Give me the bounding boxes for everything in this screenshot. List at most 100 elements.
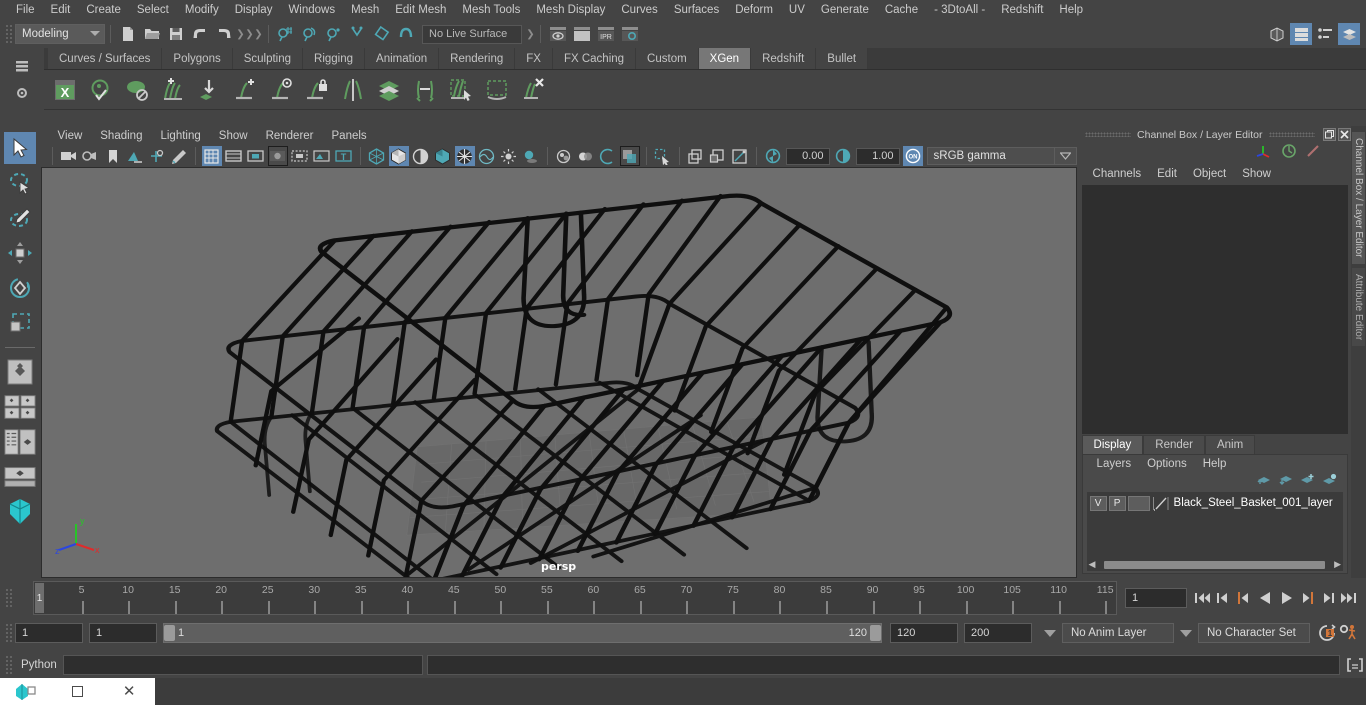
exposure-icon[interactable] <box>763 146 783 166</box>
channel-menu-channels[interactable]: Channels <box>1085 168 1150 180</box>
shelf-tab-fx-caching[interactable]: FX Caching <box>552 48 637 69</box>
command-line-grip[interactable] <box>4 654 12 676</box>
shelf-tab-polygons[interactable]: Polygons <box>162 48 233 69</box>
open-scene-icon[interactable] <box>141 23 163 45</box>
ipr-render-icon[interactable]: IPR <box>595 23 617 45</box>
xgen-region-select-icon[interactable] <box>480 73 513 106</box>
menu-surfaces[interactable]: Surfaces <box>666 0 727 20</box>
xgen-add-description-icon[interactable] <box>156 73 189 106</box>
xgen-select-guide-icon[interactable] <box>444 73 477 106</box>
layer-tab-render[interactable]: Render <box>1143 435 1205 454</box>
menu-help[interactable]: Help <box>1051 0 1091 20</box>
modeling-toolkit-icon[interactable] <box>1266 23 1288 45</box>
layer-visibility-toggle[interactable]: V <box>1089 495 1107 511</box>
menu-cache[interactable]: Cache <box>877 0 926 20</box>
shelf-tab-fx[interactable]: FX <box>515 48 553 69</box>
menu-redshift[interactable]: Redshift <box>993 0 1051 20</box>
snap-to-projected-center-icon[interactable] <box>347 23 369 45</box>
layer-row[interactable]: V P Black_Steel_Basket_001_layer <box>1087 494 1343 512</box>
snap-to-grid-icon[interactable] <box>275 23 297 45</box>
xgen-view-guide-icon[interactable] <box>264 73 297 106</box>
exposure-value-field[interactable]: 0.00 <box>785 147 830 165</box>
animation-preferences-icon[interactable] <box>1338 623 1360 643</box>
shelf-tab-xgen[interactable]: XGen <box>698 48 752 69</box>
go-to-start-icon[interactable] <box>1193 588 1211 608</box>
close-icon[interactable]: ✕ <box>103 684 155 699</box>
make-live-icon[interactable] <box>395 23 417 45</box>
texture-icon[interactable] <box>477 146 497 166</box>
scroll-left-arrow-icon[interactable]: ◀ <box>1089 559 1096 570</box>
viewport-menu-view[interactable]: View <box>49 130 92 142</box>
quick-layout-outliner-icon[interactable] <box>4 426 36 458</box>
image-plane-icon[interactable] <box>125 146 145 166</box>
step-forward-frame-icon[interactable] <box>1298 588 1316 608</box>
save-scene-icon[interactable] <box>165 23 187 45</box>
anim-layer-field[interactable]: No Anim Layer <box>1062 623 1174 643</box>
collapse-arrow-icon[interactable]: ❯ <box>236 24 245 44</box>
layer-menu-options[interactable]: Options <box>1139 458 1195 470</box>
xgen-add-guide-icon[interactable] <box>228 73 261 106</box>
status-line-grip[interactable] <box>4 23 12 45</box>
shelf-tab-menu-icon[interactable] <box>11 55 33 77</box>
shading-icon[interactable] <box>1305 143 1321 164</box>
collapse-arrow-icon[interactable]: ❯ <box>254 24 263 44</box>
menu-modify[interactable]: Modify <box>177 0 227 20</box>
xgen-preview-icon[interactable] <box>84 73 117 106</box>
xgen-mirror-guide-icon[interactable] <box>336 73 369 106</box>
menu-file[interactable]: File <box>8 0 43 20</box>
viewport-menu-panels[interactable]: Panels <box>323 130 376 142</box>
quick-layout-persp-icon[interactable] <box>4 461 36 493</box>
safe-title-icon[interactable]: T <box>334 146 354 166</box>
menu-mesh-display[interactable]: Mesh Display <box>528 0 613 20</box>
range-start-handle[interactable] <box>164 625 175 641</box>
use-default-light-icon[interactable] <box>499 146 519 166</box>
layer-list-scrollbar[interactable]: ◀ ▶ <box>1089 559 1341 570</box>
scroll-thumb[interactable] <box>1104 560 1326 569</box>
menu-windows[interactable]: Windows <box>280 0 343 20</box>
command-output[interactable] <box>426 655 1340 675</box>
character-set-dropdown-icon[interactable] <box>1180 629 1192 637</box>
color-management-toggle-icon[interactable]: ON <box>902 146 923 166</box>
snap-to-view-plane-icon[interactable] <box>371 23 393 45</box>
channel-box-icon[interactable] <box>1338 23 1360 45</box>
channel-box-content[interactable] <box>1081 185 1348 434</box>
wireframe-icon[interactable] <box>367 146 387 166</box>
quick-layout-four-icon[interactable] <box>4 391 36 423</box>
time-cursor[interactable]: 1 <box>35 583 44 613</box>
depth-of-field-icon[interactable] <box>619 146 640 166</box>
layer-menu-layers[interactable]: Layers <box>1089 458 1140 470</box>
flat-shade-icon[interactable] <box>433 146 453 166</box>
menu-mesh[interactable]: Mesh <box>343 0 387 20</box>
panel-grip-right[interactable] <box>1268 132 1316 137</box>
time-slider[interactable]: 1 5 10 15 20 25 30 35 40 45 50 55 60 65 … <box>33 581 1117 615</box>
quick-layout-single-icon[interactable] <box>4 356 36 388</box>
field-chart-icon[interactable] <box>290 146 310 166</box>
script-editor-icon[interactable] <box>1344 655 1366 675</box>
anim-layer-icon[interactable] <box>1281 143 1297 164</box>
viewport-menu-lighting[interactable]: Lighting <box>151 130 209 142</box>
layer-tab-anim[interactable]: Anim <box>1204 435 1256 454</box>
isolate-select-icon[interactable] <box>653 146 673 166</box>
snap-to-point-icon[interactable] <box>323 23 345 45</box>
move-tool[interactable] <box>4 237 36 269</box>
anim-layer-dropdown-icon[interactable] <box>1044 629 1056 637</box>
command-input[interactable] <box>62 655 423 675</box>
xgen-disable-icon[interactable] <box>120 73 153 106</box>
tool-settings-icon[interactable] <box>1314 23 1336 45</box>
xgen-groom-layer-icon[interactable] <box>372 73 405 106</box>
layer-name[interactable]: Black_Steel_Basket_001_layer <box>1174 497 1333 509</box>
shelf-options-gear-icon[interactable] <box>11 82 33 104</box>
viewport-menu-shading[interactable]: Shading <box>91 130 151 142</box>
panel-grip-left[interactable] <box>1084 132 1132 137</box>
menu-set-selector[interactable]: Modeling <box>15 24 105 44</box>
move-layer-up-icon[interactable] <box>1256 473 1271 491</box>
resolution-gate-icon[interactable] <box>246 146 266 166</box>
multisample-aa-icon[interactable] <box>598 146 618 166</box>
xgen-delete-guide-icon[interactable] <box>516 73 549 106</box>
shadows-icon[interactable] <box>521 146 541 166</box>
scroll-right-arrow-icon[interactable]: ▶ <box>1334 559 1341 570</box>
select-camera-icon[interactable] <box>59 146 79 166</box>
step-back-frame-icon[interactable] <box>1235 588 1253 608</box>
auto-keyframe-icon[interactable]: 1 <box>1316 623 1338 643</box>
restore-icon[interactable] <box>1323 128 1337 141</box>
